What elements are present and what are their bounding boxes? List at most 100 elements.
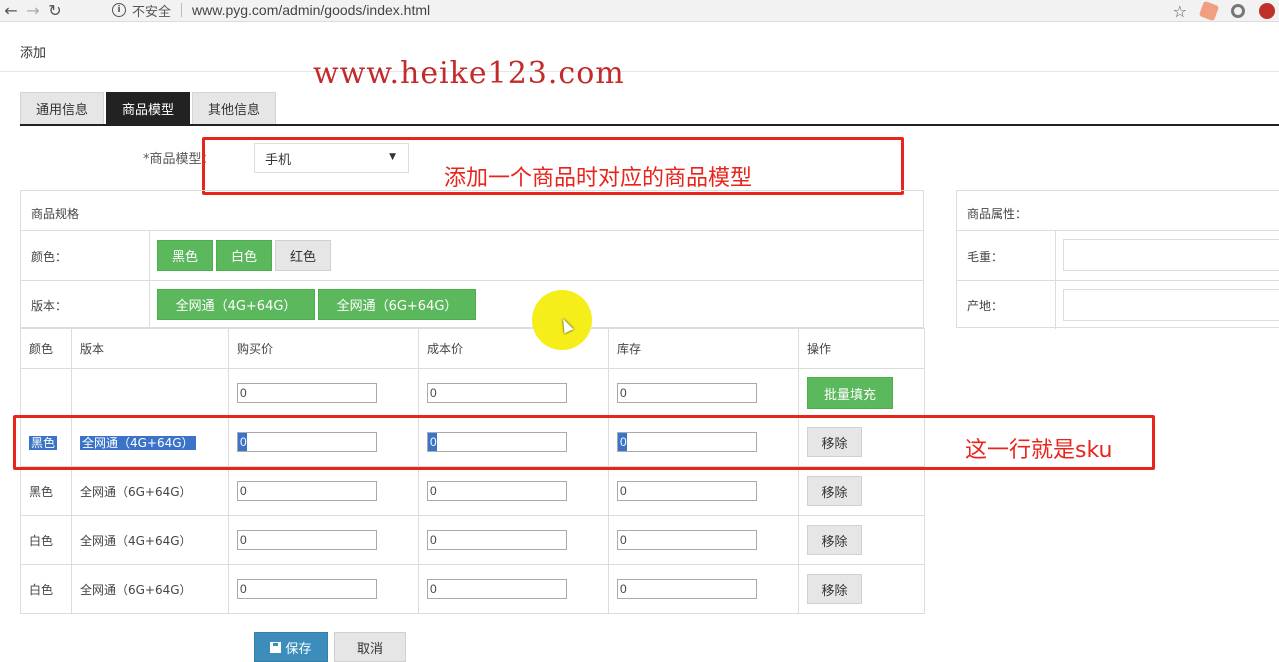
attribute-label-origin: 产地： xyxy=(967,299,1004,313)
attribute-label-weight: 毛重： xyxy=(967,250,1004,264)
sku-price-input[interactable] xyxy=(237,579,377,599)
sku-cost-cell xyxy=(418,515,609,565)
sku-price-input[interactable] xyxy=(237,530,377,550)
spec-chip-black[interactable]: 黑色 xyxy=(157,240,213,271)
sku-version-cell: 全网通（6G+64G） xyxy=(71,466,229,516)
version-label: 版本： xyxy=(31,299,68,313)
tab-bar: 通用信息 商品模型 其他信息 xyxy=(20,92,1279,126)
sku-action-cell: 移除 xyxy=(798,466,925,516)
spec-panel: 商品规格 颜色： 黑色 白色 红色 版本： 全网通（4G+64G） 全网通（6G… xyxy=(20,190,924,329)
browser-toolbar: ← → ↻ i 不安全 www.pyg.com/admin/goods/inde… xyxy=(0,0,1279,22)
sku-price-cell xyxy=(228,466,419,516)
watermark: www.heike123.com xyxy=(313,56,625,91)
page-header: 添加 xyxy=(0,30,1279,72)
batch-action-cell: 批量填充 xyxy=(798,368,925,418)
sku-price-input[interactable] xyxy=(237,481,377,501)
sku-cost-cell xyxy=(418,466,609,516)
address-bar[interactable]: i 不安全 www.pyg.com/admin/goods/index.html xyxy=(112,0,430,20)
extension-ring-icon[interactable] xyxy=(1231,4,1245,18)
col-header-price: 购买价 xyxy=(228,328,419,369)
remove-button[interactable]: 移除 xyxy=(807,476,862,506)
attribute-divider xyxy=(1055,231,1056,280)
col-header-action: 操作 xyxy=(798,328,925,369)
tab-goods-model[interactable]: 商品模型 xyxy=(106,92,191,124)
attribute-divider xyxy=(1055,281,1056,329)
sku-action-cell: 移除 xyxy=(798,564,925,614)
batch-stock-input[interactable] xyxy=(617,383,757,403)
spec-divider xyxy=(149,281,150,329)
info-icon[interactable]: i xyxy=(112,3,126,17)
sku-color-cell: 黑色 xyxy=(20,466,72,516)
sku-stock-cell xyxy=(608,515,799,565)
tab-other-info[interactable]: 其他信息 xyxy=(192,92,277,124)
model-annotation-text: 添加一个商品时对应的商品模型 xyxy=(444,166,753,191)
spec-chip-red[interactable]: 红色 xyxy=(275,240,331,271)
remove-button[interactable]: 移除 xyxy=(807,525,862,555)
tab-general-info[interactable]: 通用信息 xyxy=(20,92,105,124)
extension-icon[interactable] xyxy=(1198,0,1220,22)
batch-price-input[interactable] xyxy=(237,383,377,403)
spec-color-row: 颜色： 黑色 白色 红色 xyxy=(21,230,923,280)
col-header-stock: 库存 xyxy=(608,328,799,369)
forward-arrow-icon[interactable]: → xyxy=(22,0,44,22)
sku-color: 白色 xyxy=(29,533,54,548)
color-label: 颜色： xyxy=(31,250,68,264)
col-header-color: 颜色 xyxy=(20,328,72,369)
sku-stock-input[interactable] xyxy=(617,579,757,599)
sku-price-cell xyxy=(228,564,419,614)
spec-divider xyxy=(149,231,150,280)
sku-color-cell: 白色 xyxy=(20,564,72,614)
batch-stock-cell xyxy=(608,368,799,418)
table-row: 白色 全网通（4G+64G） 移除 xyxy=(20,515,925,565)
sku-cost-input[interactable] xyxy=(427,579,567,599)
batch-empty-cell xyxy=(20,368,72,418)
sku-header-row: 颜色 版本 购买价 成本价 库存 操作 xyxy=(20,328,925,369)
insecure-label: 不安全 xyxy=(132,4,172,20)
batch-empty-cell xyxy=(71,368,229,418)
reload-icon[interactable]: ↻ xyxy=(44,0,66,22)
spec-chip-white[interactable]: 白色 xyxy=(216,240,272,271)
batch-fill-button[interactable]: 批量填充 xyxy=(807,377,893,409)
address-divider xyxy=(181,3,183,17)
sku-color: 黑色 xyxy=(29,484,54,499)
save-button[interactable]: 保存 xyxy=(254,632,328,662)
batch-price-cell xyxy=(228,368,419,418)
batch-cost-input[interactable] xyxy=(427,383,567,403)
sku-stock-input[interactable] xyxy=(617,530,757,550)
sku-color-cell: 白色 xyxy=(20,515,72,565)
sku-cost-input[interactable] xyxy=(427,530,567,550)
spec-version-row: 版本： 全网通（4G+64G） 全网通（6G+64G） xyxy=(21,280,923,329)
attribute-input-origin[interactable] xyxy=(1063,289,1279,321)
back-arrow-icon[interactable]: ← xyxy=(0,0,22,22)
sku-version: 全网通（6G+64G） xyxy=(80,582,192,597)
sku-stock-cell xyxy=(608,564,799,614)
spec-chip-4g64g[interactable]: 全网通（4G+64G） xyxy=(157,289,315,320)
attribute-row-weight: 毛重： xyxy=(957,230,1279,280)
sku-price-cell xyxy=(228,515,419,565)
sku-version-cell: 全网通（6G+64G） xyxy=(71,564,229,614)
cancel-button[interactable]: 取消 xyxy=(334,632,406,662)
sku-annotation-text: 这一行就是sku xyxy=(965,438,1113,463)
save-icon xyxy=(270,641,282,653)
attribute-input-weight[interactable] xyxy=(1063,239,1279,271)
attribute-row-origin: 产地： xyxy=(957,280,1279,329)
remove-button[interactable]: 移除 xyxy=(807,574,862,604)
attribute-panel: 商品属性： 毛重： 产地： xyxy=(956,190,1279,329)
bookmark-star-icon[interactable]: ☆ xyxy=(1173,2,1187,21)
attribute-header: 商品属性： xyxy=(967,207,1028,221)
sku-action-cell: 移除 xyxy=(798,515,925,565)
spec-header: 商品规格 xyxy=(31,207,80,221)
sku-version-cell: 全网通（4G+64G） xyxy=(71,515,229,565)
spec-chip-6g64g[interactable]: 全网通（6G+64G） xyxy=(318,289,476,320)
sku-cost-cell xyxy=(418,564,609,614)
sku-cost-input[interactable] xyxy=(427,481,567,501)
batch-cost-cell xyxy=(418,368,609,418)
sku-stock-input[interactable] xyxy=(617,481,757,501)
page-title: 添加 xyxy=(20,46,47,61)
batch-fill-row: 批量填充 xyxy=(20,368,925,418)
extension-red-icon[interactable] xyxy=(1259,3,1275,19)
url-text[interactable]: www.pyg.com/admin/goods/index.html xyxy=(192,2,430,18)
table-row: 黑色 全网通（6G+64G） 移除 xyxy=(20,466,925,516)
col-header-version: 版本 xyxy=(71,328,229,369)
sku-color: 白色 xyxy=(29,582,54,597)
